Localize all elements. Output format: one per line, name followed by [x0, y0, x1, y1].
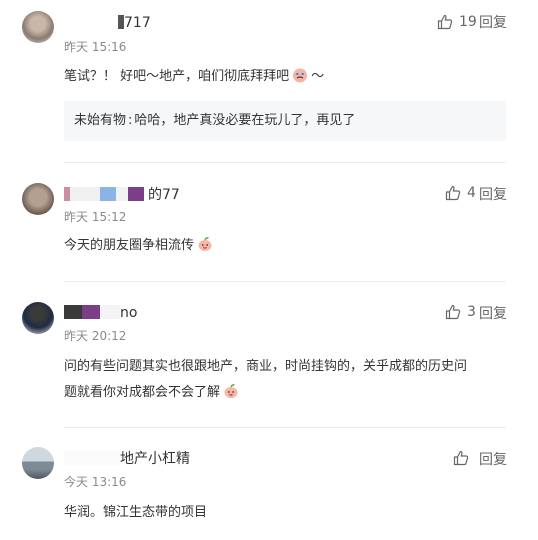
redacted-mask — [82, 305, 100, 319]
sub-reply: 未始有物: 哈哈，地产真没必要在玩儿了，再见了 — [64, 101, 506, 141]
thumb-up-icon — [445, 185, 461, 201]
thumb-up-icon — [437, 14, 453, 30]
redacted-mask — [64, 451, 120, 465]
avatar[interactable] — [22, 447, 54, 479]
reply-button[interactable]: 回复 — [479, 184, 507, 204]
username[interactable]: no — [64, 304, 137, 322]
redacted-mask — [100, 305, 120, 319]
crying-emoji-icon — [293, 68, 308, 83]
thumb-up-icon — [445, 304, 461, 320]
username-text: no — [120, 305, 138, 321]
redacted-mask — [64, 15, 118, 29]
redacted-mask — [116, 187, 128, 201]
redacted-mask — [70, 187, 100, 201]
username-text: 地产小杠精 — [120, 451, 190, 467]
like-button[interactable] — [453, 448, 475, 468]
username-text: 的77 — [148, 187, 180, 203]
like-button[interactable]: 3 — [445, 302, 476, 322]
peach-emoji-icon — [198, 237, 212, 251]
thumb-up-icon — [453, 450, 469, 466]
divider — [64, 427, 506, 428]
comment-time: 昨天 15:12 — [64, 210, 127, 224]
comment-time: 昨天 15:16 — [64, 40, 127, 54]
comment-text-line-2: 题就看你对成都会不会了解 — [64, 380, 467, 406]
avatar[interactable] — [22, 11, 54, 43]
sub-reply-content: 未始有物: 哈哈，地产真没必要在玩儿了，再见了 — [74, 113, 355, 128]
comment-text: 今天的朋友圈争相流传 — [64, 233, 213, 259]
username-text: 717 — [124, 15, 151, 31]
reply-button[interactable]: 回复 — [479, 449, 507, 469]
redacted-mask — [100, 187, 116, 201]
reply-button[interactable]: 回复 — [479, 303, 507, 323]
comment-text-body: 笔试？！ 好吧～地产，咱们彻底拜拜吧 — [64, 69, 290, 84]
like-count: 19 — [459, 14, 477, 30]
comment-text-line: 问的有些问题其实也很跟地产，商业，时尚挂钩的，关乎成都的历史问 — [64, 359, 468, 374]
sub-reply-colon: : — [128, 113, 133, 128]
like-count: 4 — [467, 185, 476, 201]
comment-text-line: 题就看你对成都会不会了解 — [64, 385, 221, 400]
avatar[interactable] — [22, 302, 54, 334]
comment-text-body: 今天的朋友圈争相流传 — [64, 238, 195, 253]
comment-text: 华润。锦江生态带的项目 — [64, 505, 208, 520]
username[interactable]: 的77 — [64, 186, 180, 204]
reply-button[interactable]: 回复 — [479, 12, 507, 32]
sub-reply-user[interactable]: 未始有物 — [74, 113, 126, 128]
username[interactable]: 地产小杠精 — [64, 450, 190, 468]
comment-text: 问的有些问题其实也很跟地产，商业，时尚挂钩的，关乎成都的历史问 题就看你对成都会… — [64, 354, 467, 406]
peach-emoji-icon — [224, 384, 238, 398]
comment-text: 笔试？！ 好吧～地产，咱们彻底拜拜吧 ～ — [64, 64, 324, 90]
redacted-mask — [64, 305, 82, 319]
redacted-mask — [128, 187, 144, 201]
like-count: 3 — [467, 304, 476, 320]
like-button[interactable]: 4 — [445, 183, 476, 203]
avatar[interactable] — [22, 183, 54, 215]
comment-time: 今天 13:16 — [64, 475, 127, 489]
comment-time: 昨天 20:12 — [64, 329, 127, 343]
sub-reply-text: 哈哈，地产真没必要在玩儿了，再见了 — [134, 113, 356, 128]
username[interactable]: 717 — [64, 14, 151, 32]
divider — [64, 162, 506, 163]
divider — [64, 281, 506, 282]
comment-text-suffix: ～ — [311, 69, 325, 84]
like-button[interactable]: 19 — [437, 12, 477, 32]
